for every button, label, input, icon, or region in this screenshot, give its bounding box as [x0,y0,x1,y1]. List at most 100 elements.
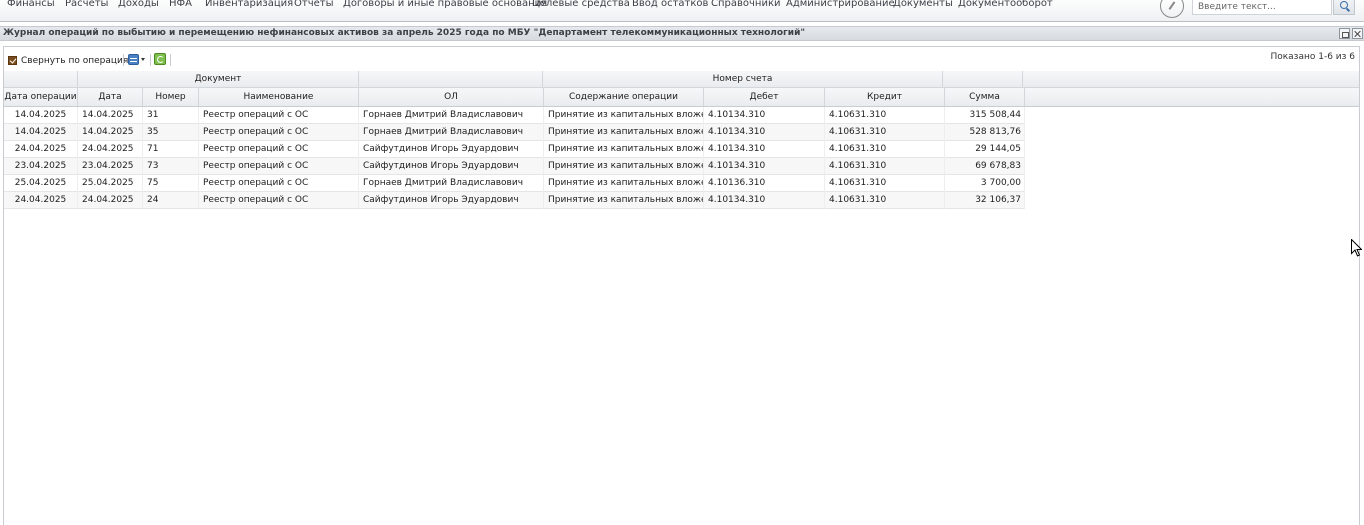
menu-item-finance[interactable]: Финансы [7,0,55,9]
table-row[interactable]: 24.04.2025 24.04.2025 24 Реестр операций… [4,192,1025,209]
refresh-icon[interactable] [154,53,166,65]
column-header-debit[interactable]: Дебет [704,88,825,106]
grid-toolbar: Свернуть по операциям Показано 1-6 из 6 [4,47,1359,69]
cell-operation-content: Принятие из капитальных вложений [544,175,704,192]
column-header-date[interactable]: Дата [78,88,143,106]
menu-item-contracts[interactable]: Договоры и иные правовые основания [343,0,547,9]
table-row[interactable]: 23.04.2025 23.04.2025 73 Реестр операций… [4,158,1025,175]
column-header-operation-date[interactable]: Дата операции [4,88,78,106]
column-header-credit[interactable]: Кредит [825,88,945,106]
cell-debit: 4.10134.310 [704,192,825,209]
cell-sum: 69 678,83 [945,158,1025,175]
cell-date: 23.04.2025 [78,158,143,175]
menu-item-references[interactable]: Справочники [711,0,781,9]
journal-panel: Свернуть по операциям Показано 1-6 из 6 … [3,46,1360,525]
chevron-down-icon [141,58,145,61]
menu-item-docflow[interactable]: Документооборот [958,0,1053,9]
cell-number: 24 [143,192,199,209]
menu-item-inventory[interactable]: Инвентаризация [205,0,293,9]
cell-number: 75 [143,175,199,192]
cell-sum: 32 106,37 [945,192,1025,209]
operations-grid: Документ Номер счета Дата операции Дата … [4,71,1359,525]
cell-operation-date: 14.04.2025 [4,107,78,124]
clock-icon[interactable] [1160,0,1184,18]
cell-name: Реестр операций с ОС [199,141,359,158]
menu-item-target-funds[interactable]: Целевые средства [532,0,630,9]
collapse-by-operations-label[interactable]: Свернуть по операциям [21,56,135,66]
database-menu-button[interactable] [127,53,147,67]
cell-sum: 315 508,44 [945,107,1025,124]
cell-date: 24.04.2025 [78,192,143,209]
table-row[interactable]: 24.04.2025 24.04.2025 71 Реестр операций… [4,141,1025,158]
group-header-empty [943,71,1023,87]
search-icon[interactable] [1333,0,1355,15]
cell-operation-date: 23.04.2025 [4,158,78,175]
window-title: Журнал операций по выбытию и перемещению… [3,28,806,38]
cell-credit: 4.10631.310 [825,141,945,158]
cell-ol: Горнаев Дмитрий Владиславович [359,107,544,124]
toolbar-separator [170,54,171,66]
collapse-by-operations-checkbox[interactable] [8,56,17,65]
window-title-bar: Журнал операций по выбытию и перемещению… [0,26,1364,41]
cell-number: 35 [143,124,199,141]
cell-ol: Горнаев Дмитрий Владиславович [359,124,544,141]
cell-date: 14.04.2025 [78,107,143,124]
column-header-row: Дата операции Дата Номер Наименование ОЛ… [4,88,1359,107]
cell-ol: Горнаев Дмитрий Владиславович [359,175,544,192]
restore-icon[interactable] [1339,28,1350,39]
cell-operation-content: Принятие из капитальных вложений [544,124,704,141]
cell-name: Реестр операций с ОС [199,124,359,141]
cell-ol: Сайфутдинов Игорь Эдуардович [359,158,544,175]
cell-debit: 4.10134.310 [704,107,825,124]
cell-debit: 4.10136.310 [704,175,825,192]
cell-number: 71 [143,141,199,158]
cell-operation-date: 14.04.2025 [4,124,78,141]
group-header-empty [4,71,78,87]
menu-item-balances[interactable]: Ввод остатков [632,0,708,9]
cell-operation-date: 25.04.2025 [4,175,78,192]
menu-item-nfa[interactable]: НФА [169,0,192,9]
cell-sum: 29 144,05 [945,141,1025,158]
cell-operation-date: 24.04.2025 [4,192,78,209]
mouse-cursor-icon [1351,239,1362,257]
cell-ol: Сайфутдинов Игорь Эдуардович [359,192,544,209]
cell-operation-content: Принятие из капитальных вложений [544,107,704,124]
group-header-empty [359,71,543,87]
column-header-operation-content[interactable]: Содержание операции [544,88,704,106]
cell-name: Реестр операций с ОС [199,175,359,192]
toolbar-separator [150,54,151,66]
cell-debit: 4.10134.310 [704,158,825,175]
group-header-row: Документ Номер счета [4,71,1359,88]
menu-item-documents[interactable]: Документы [893,0,953,9]
column-header-number[interactable]: Номер [143,88,199,106]
menu-item-reports[interactable]: Отчеты [294,0,333,9]
cell-operation-content: Принятие из капитальных вложений [544,192,704,209]
cell-credit: 4.10631.310 [825,192,945,209]
close-icon[interactable] [1352,28,1363,39]
table-row[interactable]: 14.04.2025 14.04.2025 31 Реестр операций… [4,107,1025,124]
menu-item-income[interactable]: Доходы [118,0,159,9]
column-header-ol[interactable]: ОЛ [359,88,544,106]
table-row[interactable]: 14.04.2025 14.04.2025 35 Реестр операций… [4,124,1025,141]
cell-date: 14.04.2025 [78,124,143,141]
database-icon [128,54,139,65]
column-header-sum[interactable]: Сумма [945,88,1025,106]
cell-operation-date: 24.04.2025 [4,141,78,158]
cell-name: Реестр операций с ОС [199,158,359,175]
cell-operation-content: Принятие из капитальных вложений [544,141,704,158]
cell-sum: 528 813,76 [945,124,1025,141]
search-input[interactable] [1192,0,1332,15]
cell-operation-content: Принятие из капитальных вложений [544,158,704,175]
cell-date: 24.04.2025 [78,141,143,158]
cell-debit: 4.10134.310 [704,141,825,158]
column-header-name[interactable]: Наименование [199,88,359,106]
cell-name: Реестр операций с ОС [199,192,359,209]
toolbar-separator [123,54,124,66]
cell-credit: 4.10631.310 [825,124,945,141]
shown-count: Показано 1-6 из 6 [1270,52,1355,62]
menu-item-admin[interactable]: Администрирование [786,0,895,9]
table-row[interactable]: 25.04.2025 25.04.2025 75 Реестр операций… [4,175,1025,192]
cell-credit: 4.10631.310 [825,107,945,124]
menu-item-payments[interactable]: Расчеты [65,0,108,9]
cell-credit: 4.10631.310 [825,175,945,192]
